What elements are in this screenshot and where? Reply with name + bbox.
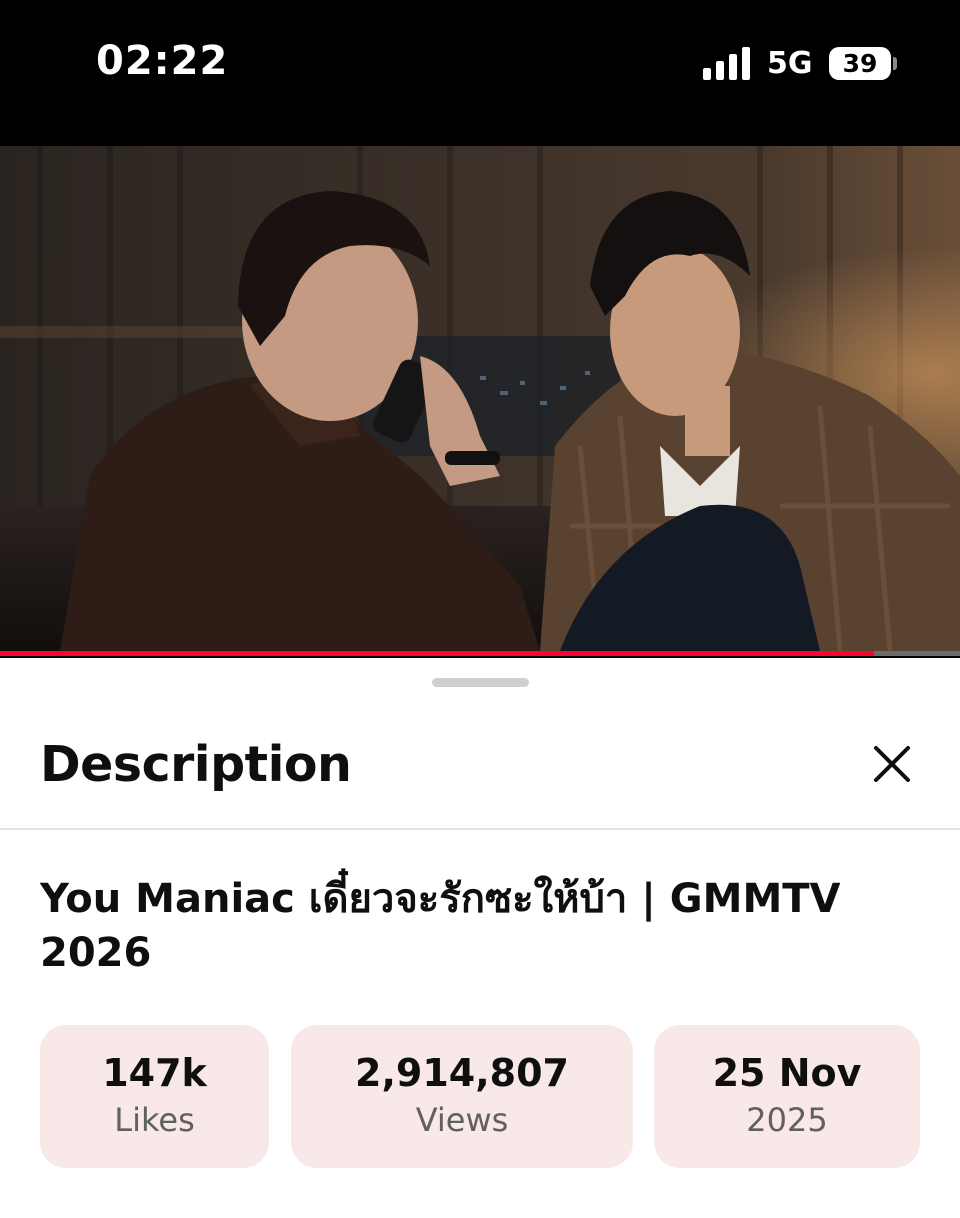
video-progress-bar[interactable] — [0, 651, 960, 656]
likes-label: Likes — [114, 1101, 195, 1139]
likes-count: 147k — [102, 1051, 207, 1095]
sheet-title: Description — [40, 736, 352, 793]
close-icon — [874, 746, 910, 782]
network-type: 5G — [767, 46, 813, 81]
video-progress-fill — [0, 651, 874, 656]
battery-tip — [893, 57, 897, 70]
sheet-drag-handle[interactable] — [432, 678, 529, 687]
publish-day-month: 25 Nov — [712, 1051, 862, 1095]
description-sheet: Description You Maniac เดี๋ยวจะรักซะให้บ… — [0, 658, 960, 1218]
video-frame — [0, 146, 960, 651]
publish-year: 2025 — [746, 1101, 828, 1139]
cellular-signal-icon — [703, 46, 751, 80]
views-count: 2,914,807 — [355, 1051, 569, 1095]
status-time: 02:22 — [96, 38, 229, 84]
views-stat: 2,914,807 Views — [291, 1025, 633, 1168]
views-label: Views — [415, 1101, 509, 1139]
status-bar: 02:22 5G 39 — [0, 0, 960, 146]
video-player[interactable] — [0, 146, 960, 658]
battery-icon: 39 — [829, 47, 891, 80]
publish-date-stat: 25 Nov 2025 — [654, 1025, 920, 1168]
sheet-divider — [0, 828, 960, 830]
video-title: You Maniac เดี๋ยวจะรักซะให้บ้า | GMMTV 2… — [40, 876, 841, 976]
close-button[interactable] — [868, 740, 916, 788]
likes-stat: 147k Likes — [40, 1025, 269, 1168]
